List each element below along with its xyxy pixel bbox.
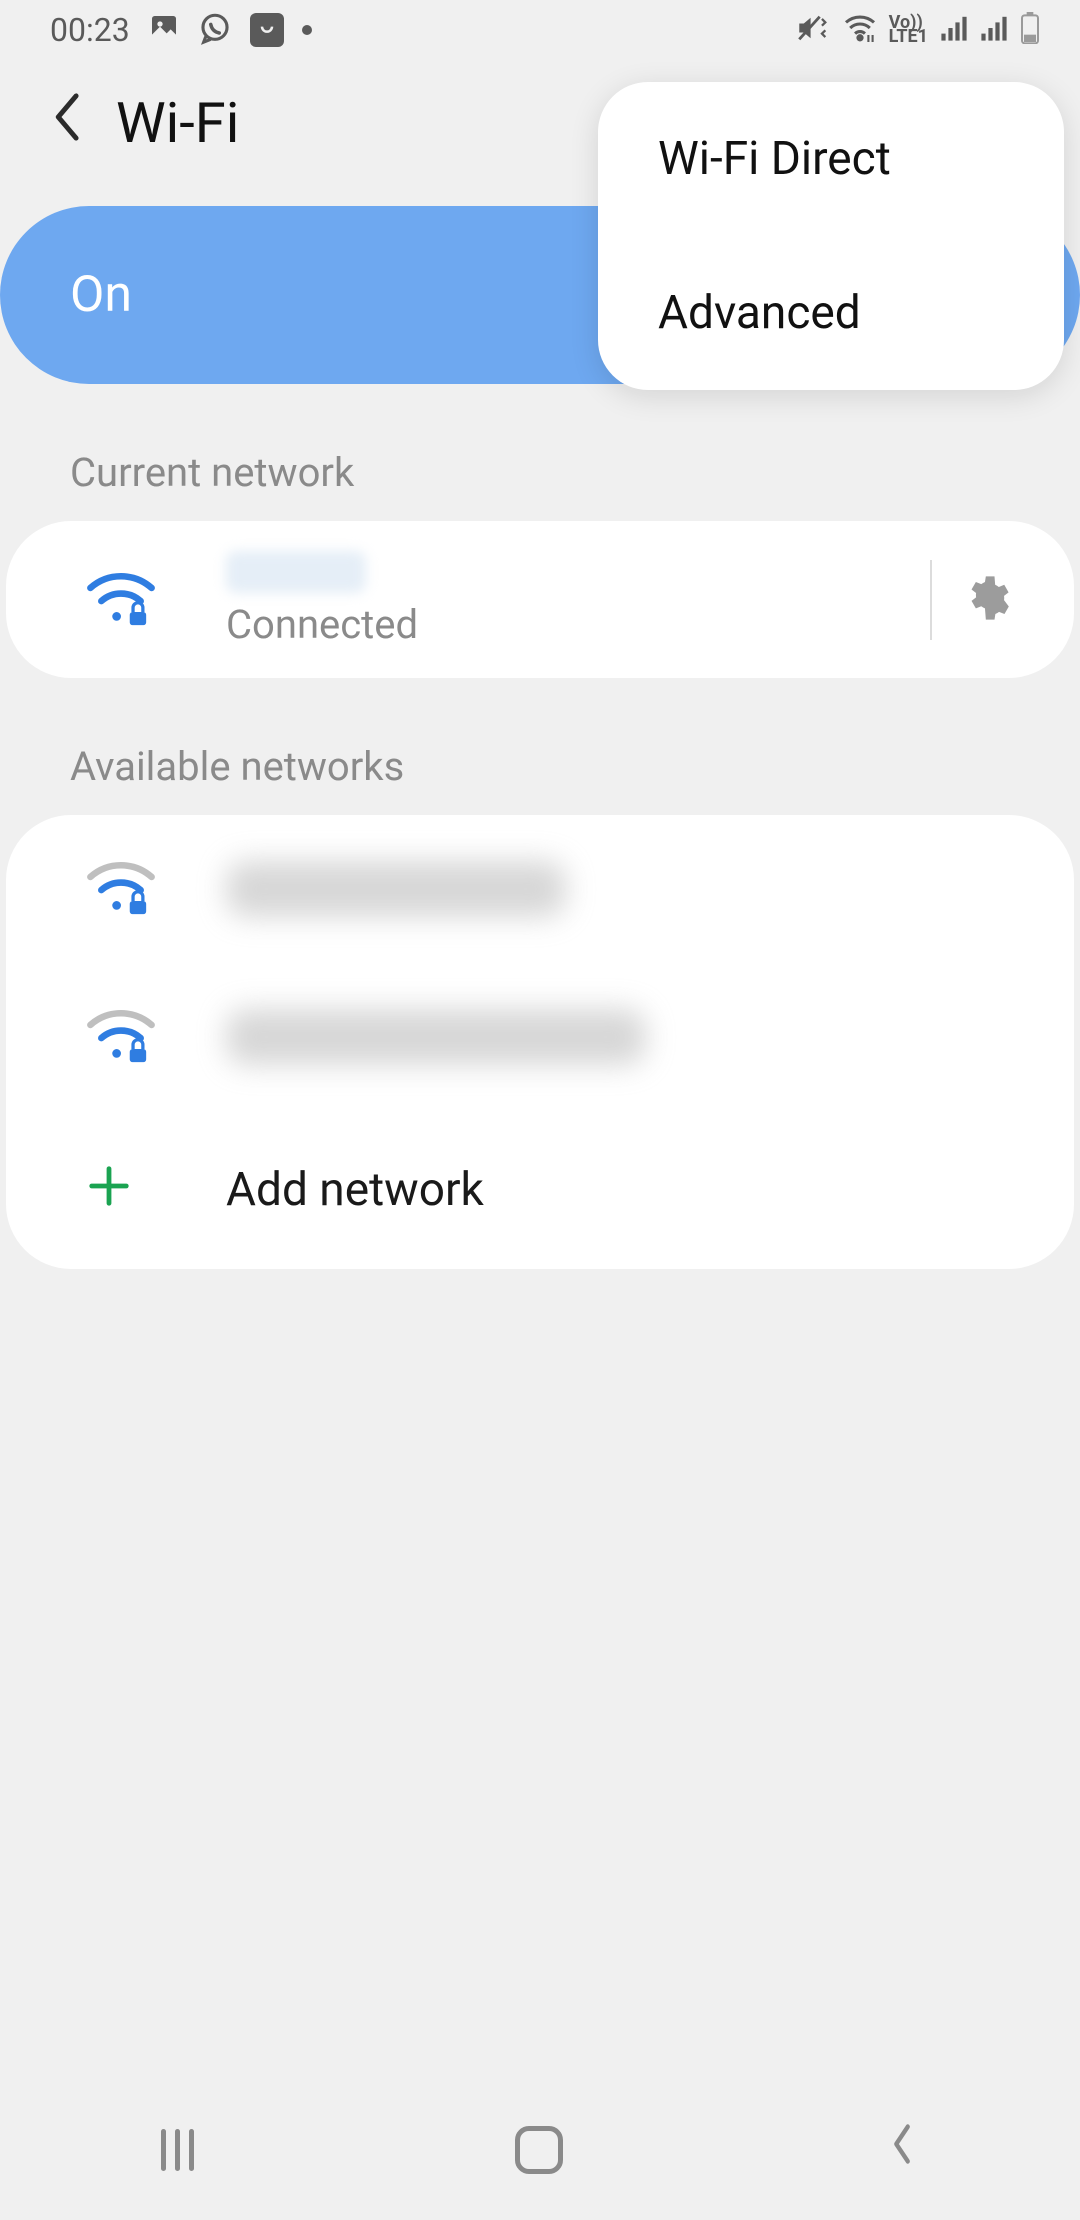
signal-2-icon (980, 14, 1008, 46)
wifi-toggle-label: On (70, 266, 132, 324)
more-dot-icon (302, 25, 312, 35)
shop-icon (250, 13, 284, 47)
available-network-ssid (186, 861, 1014, 917)
mute-vibrate-icon (797, 13, 831, 47)
current-network-section-label: Current network (0, 384, 1080, 521)
gallery-icon (148, 12, 180, 48)
volte-icon: Vo))LTE1 (889, 16, 928, 44)
add-network-label: Add network (186, 1163, 1014, 1217)
battery-icon (1020, 12, 1040, 48)
menu-item-wifi-direct[interactable]: Wi-Fi Direct (598, 82, 1064, 236)
available-networks-card: Add network (6, 815, 1074, 1269)
wifi-lock-icon (86, 861, 186, 917)
wifi-lock-icon (86, 1009, 186, 1065)
nav-home-icon[interactable] (515, 2126, 563, 2174)
status-time: 00:23 (50, 11, 130, 49)
current-ssid-redacted (226, 551, 366, 593)
plus-icon (86, 1157, 186, 1223)
system-navigation-bar (0, 2080, 1080, 2220)
current-network-card: Connected (6, 521, 1074, 678)
whatsapp-icon (198, 11, 232, 49)
wifi-status-icon (843, 14, 877, 46)
available-networks-section-label: Available networks (0, 678, 1080, 815)
overflow-menu: Wi-Fi Direct Advanced (598, 82, 1064, 390)
page-title: Wi-Fi (116, 90, 239, 156)
available-network-row[interactable] (6, 815, 1074, 963)
add-network-row[interactable]: Add network (6, 1111, 1074, 1269)
gear-icon[interactable] (962, 572, 1014, 628)
nav-recents-icon[interactable] (161, 2129, 194, 2171)
nav-back-icon[interactable] (887, 2121, 916, 2179)
current-network-row[interactable]: Connected (6, 521, 1074, 678)
available-network-ssid (186, 1009, 1014, 1065)
status-bar: 00:23 Vo))LTE1 (0, 0, 1080, 60)
current-network-status: Connected (226, 601, 900, 648)
status-right: Vo))LTE1 (797, 12, 1040, 48)
available-network-row[interactable] (6, 963, 1074, 1111)
vertical-divider (930, 560, 932, 640)
back-arrow-icon[interactable] (50, 91, 86, 156)
menu-item-advanced[interactable]: Advanced (598, 236, 1064, 390)
status-left: 00:23 (50, 11, 312, 49)
current-network-text: Connected (186, 551, 900, 648)
wifi-lock-icon (86, 572, 186, 628)
signal-1-icon (940, 14, 968, 46)
